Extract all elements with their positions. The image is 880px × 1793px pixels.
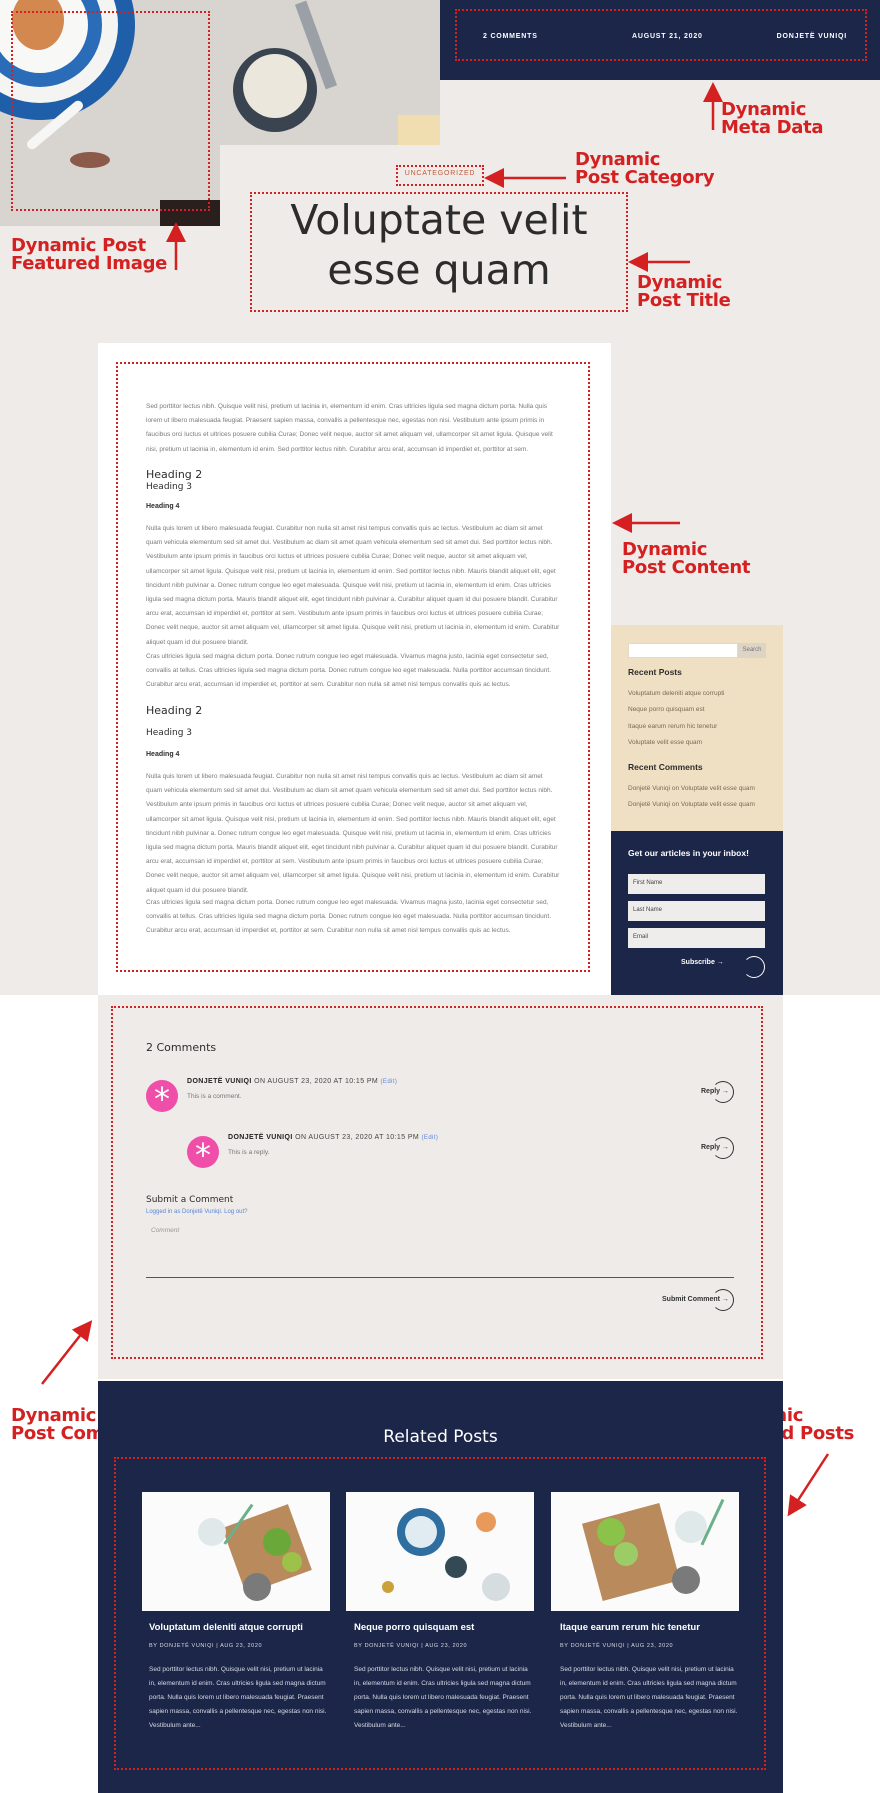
comment-date: ON AUGUST 23, 2020 AT 10:15 PM [295,1134,420,1141]
related-post-image[interactable] [551,1492,739,1611]
reply-ring-icon [712,1081,734,1103]
related-posts-title: Related Posts [383,1427,498,1447]
related-post-excerpt: Sed porttitor lectus nibh. Quisque velit… [354,1666,532,1729]
related-post-image[interactable] [346,1492,534,1611]
subscribe-button[interactable]: Subscribe → [681,959,724,966]
content-heading-2: Heading 2 [146,468,203,481]
email-field[interactable]: Email [628,928,765,948]
recent-post-link[interactable]: Voluptate velit esse quam [628,739,702,746]
related-post-image[interactable] [142,1492,330,1611]
related-post-meta: BY DONJETË VUNIQI | AUG 23, 2020 [560,1643,674,1649]
avatar: * [146,1080,178,1118]
first-name-field[interactable]: First Name [628,874,765,894]
comment-date: ON AUGUST 23, 2020 AT 10:15 PM [254,1078,379,1085]
content-heading-4: Heading 4 [146,751,180,758]
avatar: * [187,1136,219,1174]
content-paragraph: Sed porttitor lectus nibh. Quisque velit… [146,403,553,453]
recent-post-link[interactable]: Voluptatum deleniti atque corrupti [628,690,724,697]
content-heading-3: Heading 3 [146,482,193,492]
related-post-title[interactable]: Voluptatum deleniti atque corrupti [149,1622,337,1633]
logged-in-link[interactable]: Logged in as Donjetë Vuniqi. Log out? [146,1209,248,1215]
recent-comment-link[interactable]: Donjetë Vuniqi on Voluptate velit esse q… [628,785,755,792]
annotation-post-title: Dynamic Post Title [637,272,731,311]
recent-comments-heading: Recent Comments [628,762,703,772]
content-paragraph: Nulla quis lorem ut libero malesuada feu… [146,525,560,646]
submit-comment-heading: Submit a Comment [146,1195,234,1205]
comment-text: This is a comment. [187,1093,242,1100]
content-heading-3: Heading 3 [146,728,193,738]
reply-ring-icon [712,1137,734,1159]
recent-post-link[interactable]: Neque porro quisquam est [628,706,705,713]
content-paragraph: Cras ultricies ligula sed magna dictum p… [146,653,552,689]
comment-meta: DONJETË VUNIQI ON AUGUST 23, 2020 AT 10:… [187,1078,397,1085]
sidebar-search-input[interactable] [628,643,738,658]
annotation-post-category: Dynamic Post Category [575,149,715,188]
related-post-excerpt: Sed porttitor lectus nibh. Quisque velit… [560,1666,738,1729]
related-post-title[interactable]: Itaque earum rerum hic tenetur [560,1622,748,1633]
related-post-meta: BY DONJETË VUNIQI | AUG 23, 2020 [354,1643,468,1649]
comment-textarea[interactable]: Comment [146,1224,734,1278]
annotation-meta-data: Dynamic Meta Data [721,99,824,138]
newsletter-title: Get our articles in your inbox! [628,848,749,858]
recent-post-link[interactable]: Itaque earum rerum hic tenetur [628,723,717,730]
sidebar-search-button[interactable]: Search [738,643,766,658]
comment-edit-link[interactable]: (Edit) [381,1079,398,1085]
submit-ring-icon [712,1289,734,1311]
recent-posts-heading: Recent Posts [628,667,682,677]
subscribe-ring-icon [743,956,765,978]
annotation-post-content: Dynamic Post Content [622,539,751,578]
content-paragraph: Cras ultricies ligula sed magna dictum p… [146,899,552,935]
related-post-title[interactable]: Neque porro quisquam est [354,1622,542,1633]
comment-text: This is a reply. [228,1149,270,1156]
content-heading-4: Heading 4 [146,503,180,510]
content-heading-2: Heading 2 [146,704,203,717]
last-name-field[interactable]: Last Name [628,901,765,921]
related-post-excerpt: Sed porttitor lectus nibh. Quisque velit… [149,1666,327,1729]
content-paragraph: Nulla quis lorem ut libero malesuada feu… [146,773,560,894]
comment-author[interactable]: DONJETË VUNIQI [228,1134,293,1141]
comment-meta: DONJETË VUNIQI ON AUGUST 23, 2020 AT 10:… [228,1134,438,1141]
recent-comment-link[interactable]: Donjetë Vuniqi on Voluptate velit esse q… [628,801,755,808]
comments-highlight [111,1006,763,1359]
comment-author[interactable]: DONJETË VUNIQI [187,1078,252,1085]
annotation-featured-image: Dynamic Post Featured Image [11,235,168,274]
comments-count-title: 2 Comments [146,1041,217,1054]
comment-edit-link[interactable]: (Edit) [422,1135,439,1141]
related-post-meta: BY DONJETË VUNIQI | AUG 23, 2020 [149,1643,263,1649]
